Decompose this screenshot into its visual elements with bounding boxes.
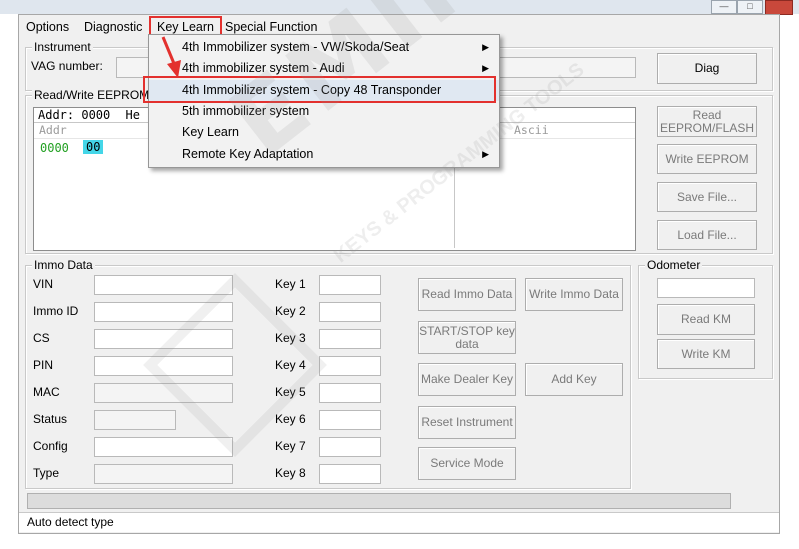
immo-data-group: Immo Data VIN Immo ID CS PIN MAC Status … [25, 258, 631, 489]
immo-data-group-title: Immo Data [32, 258, 95, 272]
status-field[interactable] [94, 410, 176, 430]
write-immo-data-button[interactable]: Write Immo Data [525, 278, 623, 311]
odometer-group-title: Odometer [645, 258, 703, 272]
diag-button[interactable]: Diag [657, 53, 757, 84]
minimize-button[interactable]: — [711, 0, 737, 14]
status-label: Status [33, 412, 68, 426]
odometer-field[interactable] [657, 278, 755, 298]
config-field[interactable] [94, 437, 233, 457]
key-7-label: Key 7 [275, 439, 306, 453]
key-8-field[interactable] [319, 464, 381, 484]
status-bar: Auto detect type [19, 512, 779, 532]
read-eeprom-button[interactable]: Read EEPROM/FLASH [657, 106, 757, 137]
hex-label: He [125, 108, 140, 122]
vin-field[interactable] [94, 275, 233, 295]
write-km-button[interactable]: Write KM [657, 339, 755, 369]
instrument-group-title: Instrument [32, 40, 93, 54]
menu-options[interactable]: Options [22, 19, 73, 36]
immo-id-label: Immo ID [33, 304, 79, 318]
key-4-field[interactable] [319, 356, 381, 376]
write-eeprom-button[interactable]: Write EEPROM [657, 144, 757, 174]
key-8-label: Key 8 [275, 466, 306, 480]
vin-label: VIN [33, 277, 54, 291]
reset-instrument-button[interactable]: Reset Instrument [418, 406, 516, 439]
start-stop-key-data-button[interactable]: START/STOP key data [418, 321, 516, 354]
make-dealer-key-button[interactable]: Make Dealer Key [418, 363, 516, 396]
load-file-button[interactable]: Load File... [657, 220, 757, 250]
config-label: Config [33, 439, 68, 453]
key-6-label: Key 6 [275, 412, 306, 426]
pin-label: PIN [33, 358, 54, 372]
close-button[interactable] [765, 0, 793, 15]
row-address: 0000 [40, 141, 69, 155]
service-mode-button[interactable]: Service Mode [418, 447, 516, 480]
key-3-field[interactable] [319, 329, 381, 349]
eeprom-group-title: Read/Write EEPROM [32, 88, 152, 102]
odometer-group: Odometer Read KM Write KM [638, 258, 773, 379]
progress-bar [27, 493, 731, 509]
status-text: Auto detect type [27, 515, 114, 529]
key-7-field[interactable] [319, 437, 381, 457]
key-6-field[interactable] [319, 410, 381, 430]
selected-hex-cell[interactable]: 00 [83, 140, 104, 154]
cs-label: CS [33, 331, 50, 345]
mac-label: MAC [33, 385, 60, 399]
key-5-field[interactable] [319, 383, 381, 403]
key-2-field[interactable] [319, 302, 381, 322]
save-file-button[interactable]: Save File... [657, 182, 757, 212]
addr-label: Addr: [38, 108, 75, 122]
key-1-field[interactable] [319, 275, 381, 295]
menu-item-label: Key Learn [182, 125, 239, 139]
key-2-label: Key 2 [275, 304, 306, 318]
add-key-button[interactable]: Add Key [525, 363, 623, 396]
maximize-button[interactable]: □ [737, 0, 763, 14]
read-immo-data-button[interactable]: Read Immo Data [418, 278, 516, 311]
submenu-arrow-icon: ▶ [482, 42, 489, 52]
type-label: Type [33, 466, 60, 480]
menu-diagnostic[interactable]: Diagnostic [80, 19, 146, 36]
addr-value: 0000 [81, 108, 111, 122]
key-1-label: Key 1 [275, 277, 306, 291]
type-field[interactable] [94, 464, 233, 484]
addr-column-header: Addr [39, 123, 67, 137]
vag-number-label: VAG number: [31, 59, 103, 73]
read-km-button[interactable]: Read KM [657, 304, 755, 335]
